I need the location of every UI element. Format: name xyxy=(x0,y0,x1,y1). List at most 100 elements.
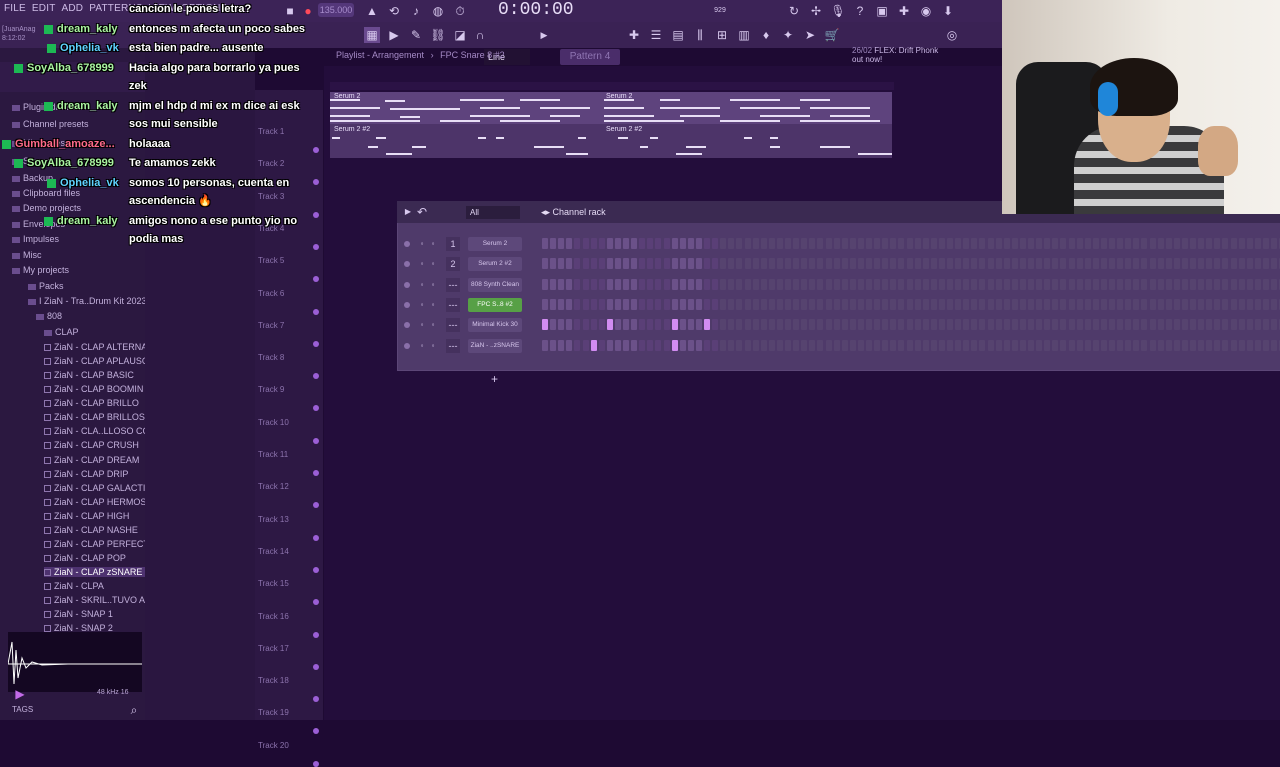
step-button[interactable] xyxy=(947,258,953,270)
step-button[interactable] xyxy=(857,238,864,249)
browser-item[interactable]: Channel presets xyxy=(12,119,89,129)
step-button[interactable] xyxy=(720,278,727,290)
step-button[interactable] xyxy=(817,298,824,310)
step-button[interactable] xyxy=(874,238,881,249)
step-button[interactable] xyxy=(582,339,589,351)
step-button[interactable] xyxy=(550,319,557,331)
step-button[interactable] xyxy=(825,298,832,310)
step-button[interactable] xyxy=(841,339,848,351)
step-button[interactable] xyxy=(776,238,783,249)
step-button[interactable] xyxy=(987,258,994,270)
step-button[interactable] xyxy=(1157,238,1164,249)
step-button[interactable] xyxy=(1060,258,1067,270)
step-button[interactable] xyxy=(590,319,597,331)
step-button[interactable] xyxy=(987,278,994,290)
step-button[interactable] xyxy=(914,278,921,290)
step-button[interactable] xyxy=(631,238,638,249)
step-button[interactable] xyxy=(874,258,881,270)
step-button[interactable] xyxy=(995,278,1002,290)
step-button[interactable] xyxy=(898,339,905,351)
step-button[interactable] xyxy=(663,238,670,249)
step-button[interactable] xyxy=(744,339,751,351)
channel-mixer-track[interactable]: 1 xyxy=(446,237,460,251)
step-button[interactable] xyxy=(558,278,565,290)
step-button[interactable] xyxy=(995,298,1002,310)
step-button[interactable] xyxy=(1100,298,1107,310)
step-button[interactable] xyxy=(1019,278,1026,290)
step-button[interactable] xyxy=(1044,258,1051,270)
step-button[interactable] xyxy=(947,339,953,351)
step-button[interactable] xyxy=(542,238,548,249)
step-button[interactable] xyxy=(655,339,662,351)
step-button[interactable] xyxy=(1019,238,1026,249)
step-button[interactable] xyxy=(1011,278,1018,290)
browser-item[interactable]: ZiaN - CLAP DRIP xyxy=(44,469,128,479)
step-button[interactable] xyxy=(671,339,678,351)
step-button[interactable] xyxy=(760,319,767,331)
step-button[interactable] xyxy=(712,278,719,290)
track-label[interactable]: Track 8 xyxy=(258,353,284,362)
step-button[interactable] xyxy=(1214,298,1221,310)
step-button[interactable] xyxy=(914,258,921,270)
track-mute-dot[interactable] xyxy=(313,534,319,541)
step-button[interactable] xyxy=(882,319,889,331)
channel-led[interactable] xyxy=(404,241,410,247)
track-label[interactable]: Track 1 xyxy=(258,127,284,136)
step-button[interactable] xyxy=(574,319,581,331)
step-button[interactable] xyxy=(776,339,783,351)
step-button[interactable] xyxy=(542,319,548,331)
step-button[interactable] xyxy=(1206,278,1213,290)
step-button[interactable] xyxy=(963,278,970,290)
channel-name-button[interactable]: Serum 2 #2 xyxy=(468,257,522,272)
step-button[interactable] xyxy=(1044,298,1051,310)
browser-item[interactable]: CLAP xyxy=(44,327,79,337)
step-button[interactable] xyxy=(590,238,597,249)
step-button[interactable] xyxy=(1028,298,1034,310)
step-button[interactable] xyxy=(744,298,751,310)
step-button[interactable] xyxy=(841,238,848,249)
step-button[interactable] xyxy=(1076,298,1083,310)
step-button[interactable] xyxy=(1246,258,1253,270)
step-button[interactable] xyxy=(776,319,783,331)
step-button[interactable] xyxy=(1052,298,1059,310)
step-button[interactable] xyxy=(1125,258,1132,270)
step-button[interactable] xyxy=(995,258,1002,270)
step-button[interactable] xyxy=(1003,319,1010,331)
step-button[interactable] xyxy=(1190,298,1196,310)
step-button[interactable] xyxy=(849,339,856,351)
step-button[interactable] xyxy=(1238,238,1245,249)
step-button[interactable] xyxy=(1019,258,1026,270)
step-button[interactable] xyxy=(752,339,759,351)
step-button[interactable] xyxy=(1141,319,1148,331)
step-button[interactable] xyxy=(866,258,872,270)
step-button[interactable] xyxy=(550,278,557,290)
step-button[interactable] xyxy=(874,339,881,351)
browser-item[interactable]: Impulses xyxy=(12,234,59,244)
track-mute-dot[interactable] xyxy=(313,308,319,315)
step-button[interactable] xyxy=(1271,238,1277,249)
step-button[interactable] xyxy=(890,298,897,310)
browser-item[interactable]: ZiaN - CLAP BOOMIN xyxy=(44,384,143,394)
step-button[interactable] xyxy=(582,298,589,310)
track-mute-dot[interactable] xyxy=(313,147,319,153)
step-button[interactable] xyxy=(809,319,816,331)
browser-item[interactable]: Demo projects xyxy=(12,203,81,213)
step-button[interactable] xyxy=(679,238,686,249)
step-button[interactable] xyxy=(736,258,743,270)
track-label[interactable]: Track 17 xyxy=(258,644,289,653)
step-button[interactable] xyxy=(1198,339,1205,351)
step-button[interactable] xyxy=(801,258,808,270)
loop-icon[interactable]: ⟲ xyxy=(386,3,402,19)
step-button[interactable] xyxy=(647,298,654,310)
browser-item[interactable]: ZiaN - CLAP PERFECTO xyxy=(44,539,156,549)
step-button[interactable] xyxy=(760,298,767,310)
step-button[interactable] xyxy=(1036,278,1043,290)
step-button[interactable] xyxy=(1117,238,1124,249)
step-button[interactable] xyxy=(874,278,881,290)
step-button[interactable] xyxy=(1181,278,1188,290)
step-button[interactable] xyxy=(785,278,791,290)
step-button[interactable] xyxy=(1246,319,1253,331)
step-button[interactable] xyxy=(1157,258,1164,270)
step-button[interactable] xyxy=(963,238,970,249)
step-button[interactable] xyxy=(1271,258,1277,270)
